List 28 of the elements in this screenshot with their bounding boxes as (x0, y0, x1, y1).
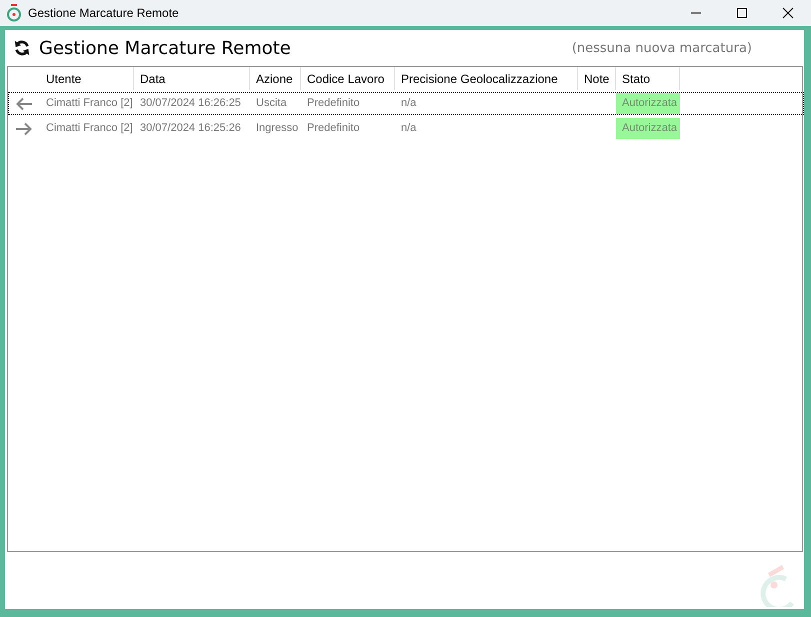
table-cell-text: Predefinito (306, 121, 361, 136)
page-title: Gestione Marcature Remote (39, 38, 292, 58)
column-header[interactable]: Note (578, 67, 616, 90)
table-cell-text: Cimatti Franco [2] (45, 96, 134, 111)
table-cell-text: 30/07/2024 16:26:25 (139, 96, 242, 111)
table-cell-text: Cimatti Franco [2] (45, 121, 134, 136)
table-cell-text: Uscita (255, 96, 288, 111)
table-cell-text: n/a (400, 121, 418, 136)
refresh-icon[interactable] (13, 39, 31, 57)
close-icon[interactable] (782, 7, 794, 19)
selected-row[interactable]: Cimatti Franco [2] 30/07/2024 16:26:25 Uscita Predefinito n/a Autorizzata (8, 92, 804, 115)
status-cell: Autorizzata (616, 118, 680, 139)
column-header[interactable]: Precisione Geolocalizzazione (395, 67, 578, 90)
table-row[interactable]: Cimatti Franco [2] 30/07/2024 16:25:26 Ingresso Predefinito n/a Autorizzata (8, 117, 804, 140)
column-header[interactable]: Stato (616, 67, 680, 90)
column-header[interactable]: Azione (250, 67, 301, 90)
table-cell-text: 30/07/2024 16:25:26 (139, 121, 242, 136)
column-header[interactable]: Data (134, 67, 250, 90)
column-header[interactable]: Utente (40, 67, 134, 90)
table-cell-text: Ingresso (255, 121, 300, 136)
table-cell-text: Predefinito (306, 96, 361, 111)
table-cell-text: n/a (400, 96, 418, 111)
timer-icon (6, 4, 22, 22)
column-header[interactable]: Codice Lavoro (301, 67, 395, 90)
window-title: Gestione Marcature Remote (28, 6, 180, 20)
status-notice: (nessuna nuova marcatura) (572, 40, 752, 56)
maximize-icon[interactable] (736, 7, 748, 19)
status-cell: Autorizzata (616, 93, 680, 114)
